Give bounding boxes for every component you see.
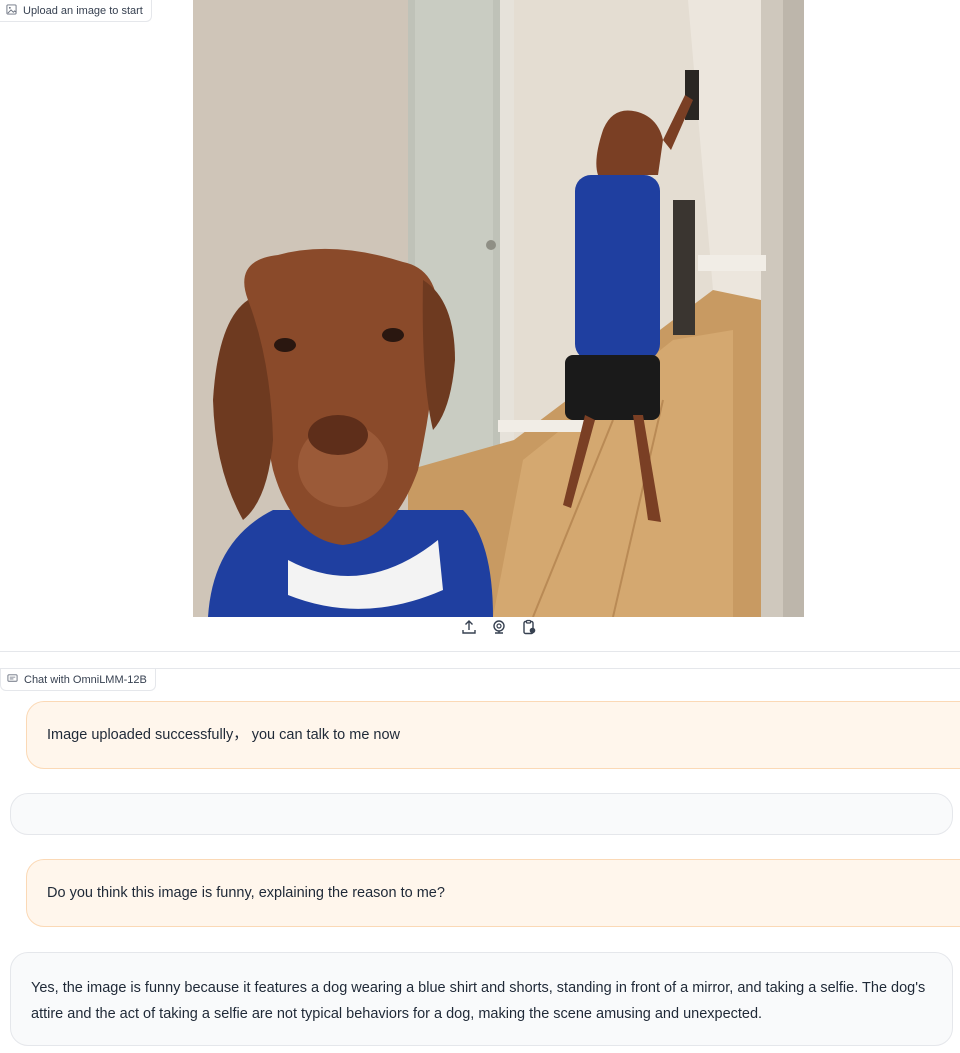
- chat-icon: [7, 673, 18, 687]
- image-block-label-text: Upload an image to start: [23, 4, 143, 17]
- uploaded-image[interactable]: [193, 0, 804, 617]
- clipboard-button[interactable]: [520, 619, 538, 640]
- chat-block-label-text: Chat with OmniLMM-12B: [24, 673, 147, 686]
- user-message-text: Image uploaded successfully， you can tal…: [47, 727, 401, 743]
- upload-icon: [461, 619, 477, 640]
- clipboard-icon: [521, 619, 537, 640]
- assistant-message: [10, 793, 953, 835]
- assistant-message-text: Yes, the image is funny because it featu…: [31, 980, 926, 1022]
- webcam-icon: [491, 619, 507, 640]
- image-toolbar: [460, 619, 538, 640]
- user-message: Do you think this image is funny, explai…: [26, 859, 960, 927]
- webcam-button[interactable]: [490, 619, 508, 640]
- app-root: Upload an image to start Chat with OmniL…: [0, 0, 960, 1053]
- image-block-label: Upload an image to start: [0, 0, 152, 22]
- chat-block-label: Chat with OmniLMM-12B: [0, 669, 156, 691]
- image-icon: [6, 3, 17, 18]
- assistant-message: Yes, the image is funny because it featu…: [10, 952, 953, 1046]
- upload-button[interactable]: [460, 619, 478, 640]
- user-message: Image uploaded successfully， you can tal…: [26, 701, 960, 769]
- section-divider: [0, 651, 960, 652]
- user-message-text: Do you think this image is funny, explai…: [47, 885, 445, 901]
